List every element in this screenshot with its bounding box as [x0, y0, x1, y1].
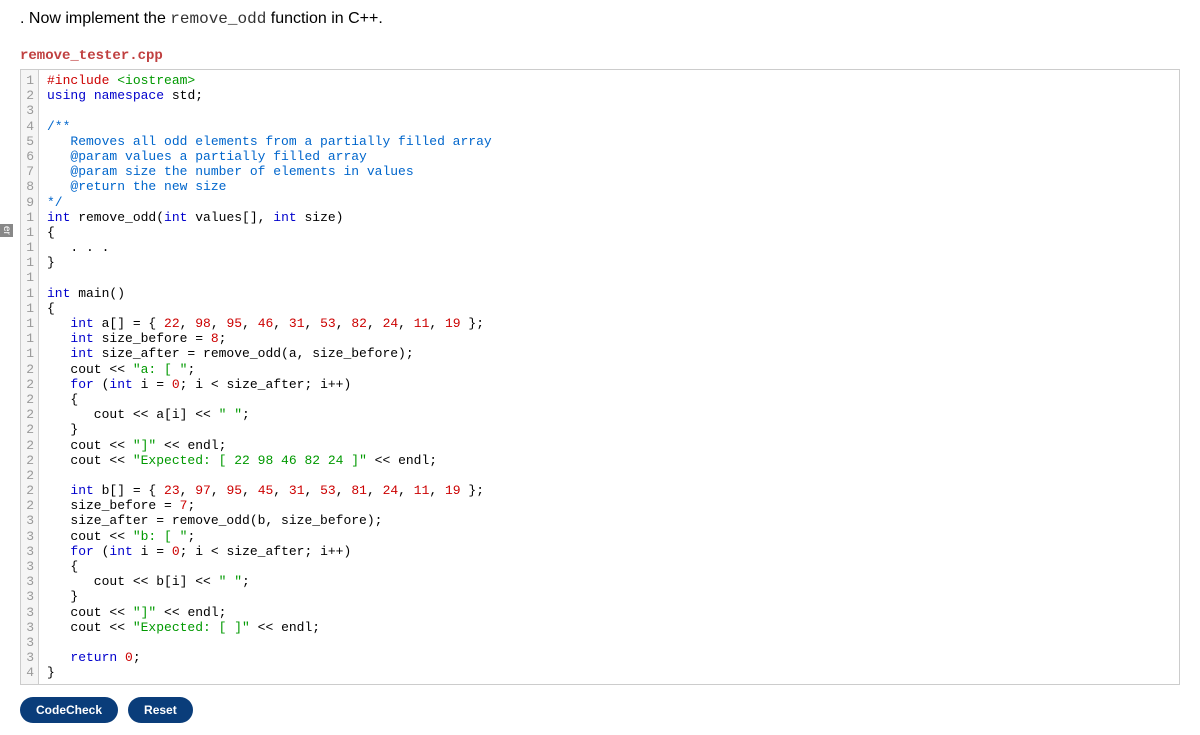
- gutter-line-number: 1: [25, 331, 34, 346]
- code-line[interactable]: {: [47, 225, 1171, 240]
- code-line[interactable]: cout << "a: [ ";: [47, 362, 1171, 377]
- code-line[interactable]: @param values a partially filled array: [47, 149, 1171, 164]
- line-gutter: 1234567891111111111222222222233333333334: [21, 70, 39, 684]
- gutter-line-number: 4: [25, 119, 34, 134]
- code-line[interactable]: cout << a[i] << " ";: [47, 407, 1171, 422]
- code-line[interactable]: size_before = 7;: [47, 498, 1171, 513]
- code-line[interactable]: {: [47, 392, 1171, 407]
- code-line[interactable]: int remove_odd(int values[], int size): [47, 210, 1171, 225]
- instruction-text: . Now implement the remove_odd function …: [0, 0, 1200, 38]
- gutter-line-number: 1: [25, 316, 34, 331]
- gutter-line-number: 9: [25, 195, 34, 210]
- gutter-line-number: 4: [25, 665, 34, 680]
- gutter-line-number: 2: [25, 483, 34, 498]
- gutter-line-number: 8: [25, 179, 34, 194]
- code-line[interactable]: int main(): [47, 286, 1171, 301]
- gutter-line-number: 1: [25, 346, 34, 361]
- reset-button[interactable]: Reset: [128, 697, 193, 723]
- gutter-line-number: 1: [25, 286, 34, 301]
- gutter-line-number: 6: [25, 149, 34, 164]
- code-line[interactable]: . . .: [47, 240, 1171, 255]
- code-line[interactable]: int size_before = 8;: [47, 331, 1171, 346]
- instruction-code: remove_odd: [170, 10, 266, 28]
- gutter-line-number: 3: [25, 513, 34, 528]
- gutter-line-number: 1: [25, 255, 34, 270]
- gutter-line-number: 3: [25, 589, 34, 604]
- code-line[interactable]: cout << "Expected: [ 22 98 46 82 24 ]" <…: [47, 453, 1171, 468]
- code-line[interactable]: int size_after = remove_odd(a, size_befo…: [47, 346, 1171, 361]
- gutter-line-number: 3: [25, 620, 34, 635]
- gutter-line-number: 1: [25, 301, 34, 316]
- gutter-line-number: 1: [25, 73, 34, 88]
- code-editor[interactable]: 1234567891111111111222222222233333333334…: [20, 69, 1180, 685]
- gutter-line-number: 7: [25, 164, 34, 179]
- code-line[interactable]: cout << "]" << endl;: [47, 605, 1171, 620]
- code-line[interactable]: size_after = remove_odd(b, size_before);: [47, 513, 1171, 528]
- gutter-line-number: 2: [25, 88, 34, 103]
- gutter-line-number: 3: [25, 529, 34, 544]
- instruction-prefix: . Now implement the: [20, 10, 170, 27]
- code-line[interactable]: }: [47, 422, 1171, 437]
- gutter-line-number: 2: [25, 468, 34, 483]
- code-line[interactable]: [47, 635, 1171, 650]
- code-line[interactable]: cout << b[i] << " ";: [47, 574, 1171, 589]
- code-line[interactable]: return 0;: [47, 650, 1171, 665]
- code-line[interactable]: #include <iostream>: [47, 73, 1171, 88]
- code-line[interactable]: cout << "Expected: [ ]" << endl;: [47, 620, 1171, 635]
- code-line[interactable]: /**: [47, 119, 1171, 134]
- code-line[interactable]: @param size the number of elements in va…: [47, 164, 1171, 179]
- codecheck-button[interactable]: CodeCheck: [20, 697, 118, 723]
- code-line[interactable]: for (int i = 0; i < size_after; i++): [47, 544, 1171, 559]
- gutter-line-number: 3: [25, 574, 34, 589]
- code-line[interactable]: using namespace std;: [47, 88, 1171, 103]
- gutter-line-number: 2: [25, 453, 34, 468]
- gutter-line-number: 3: [25, 635, 34, 650]
- gutter-line-number: 1: [25, 210, 34, 225]
- filename-label: remove_tester.cpp: [0, 38, 1200, 69]
- code-line[interactable]: {: [47, 301, 1171, 316]
- code-line[interactable]: [47, 103, 1171, 118]
- code-line[interactable]: Removes all odd elements from a partiall…: [47, 134, 1171, 149]
- gutter-line-number: 3: [25, 605, 34, 620]
- button-row: CodeCheck Reset: [0, 685, 1200, 735]
- code-line[interactable]: }: [47, 255, 1171, 270]
- code-line[interactable]: int b[] = { 23, 97, 95, 45, 31, 53, 81, …: [47, 483, 1171, 498]
- code-line[interactable]: }: [47, 665, 1171, 680]
- gutter-line-number: 3: [25, 650, 34, 665]
- sidebar-tab: er: [0, 224, 13, 237]
- gutter-line-number: 3: [25, 559, 34, 574]
- gutter-line-number: 3: [25, 544, 34, 559]
- gutter-line-number: 1: [25, 240, 34, 255]
- gutter-line-number: 5: [25, 134, 34, 149]
- code-line[interactable]: @return the new size: [47, 179, 1171, 194]
- gutter-line-number: 2: [25, 438, 34, 453]
- code-line[interactable]: }: [47, 589, 1171, 604]
- gutter-line-number: 2: [25, 362, 34, 377]
- gutter-line-number: 2: [25, 407, 34, 422]
- code-line[interactable]: cout << "b: [ ";: [47, 529, 1171, 544]
- gutter-line-number: 3: [25, 103, 34, 118]
- instruction-suffix: function in C++.: [266, 10, 383, 27]
- gutter-line-number: 2: [25, 498, 34, 513]
- code-line[interactable]: [47, 468, 1171, 483]
- gutter-line-number: 2: [25, 377, 34, 392]
- code-line[interactable]: [47, 270, 1171, 285]
- gutter-line-number: 1: [25, 270, 34, 285]
- gutter-line-number: 2: [25, 392, 34, 407]
- gutter-line-number: 1: [25, 225, 34, 240]
- code-line[interactable]: for (int i = 0; i < size_after; i++): [47, 377, 1171, 392]
- code-line[interactable]: int a[] = { 22, 98, 95, 46, 31, 53, 82, …: [47, 316, 1171, 331]
- gutter-line-number: 2: [25, 422, 34, 437]
- code-line[interactable]: */: [47, 195, 1171, 210]
- code-line[interactable]: cout << "]" << endl;: [47, 438, 1171, 453]
- code-line[interactable]: {: [47, 559, 1171, 574]
- code-content[interactable]: #include <iostream>using namespace std; …: [39, 70, 1179, 684]
